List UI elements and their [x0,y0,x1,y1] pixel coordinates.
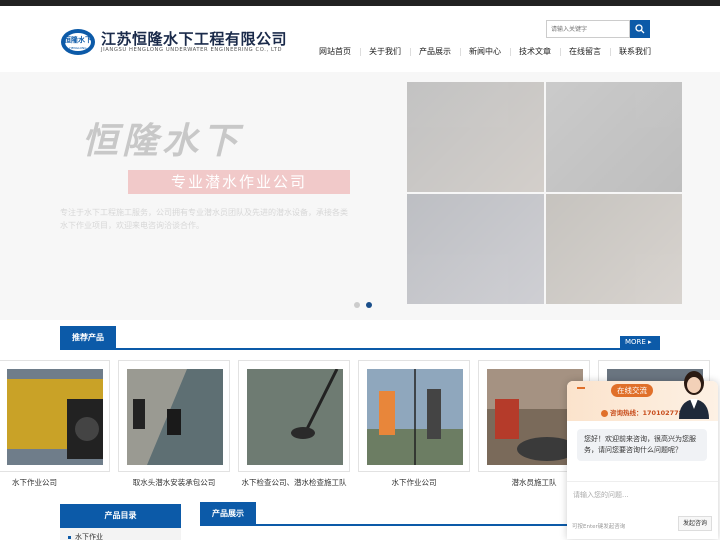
banner-photo [545,82,682,192]
more-button[interactable]: MORE ▸ [620,336,660,348]
banner-photo [407,194,544,304]
showcase-title: 产品展示 [200,502,256,526]
banner-photo-collage [407,82,682,304]
nav-item-about[interactable]: 关于我们 [360,42,410,62]
search-icon [635,24,645,34]
live-chat-widget: 在线交流 咨询热线：17010277886 您好！欢迎前来咨询，很高兴为您服务，… [567,371,718,539]
search-box [546,20,650,38]
company-logo-icon[interactable]: 恒隆水下 HENGLONG [60,28,96,56]
hero-banner[interactable]: 恒隆水下 专业潜水作业公司 专注于水下工程施工服务，公司拥有专业潜水员团队及先进… [0,72,720,320]
product-image [7,369,103,465]
nav-item-message[interactable]: 在线留言 [560,42,610,62]
chat-hint: 可按Enter键发起咨询 [572,524,626,530]
product-image [127,369,223,465]
product-caption[interactable]: 取水头潜水安装承包公司 [114,477,234,488]
product-image [247,368,343,465]
phone-icon [601,409,608,417]
chat-send-button[interactable]: 发起咨询 [678,516,712,531]
banner-pagination [354,302,372,308]
logo-badge-text: 恒隆水下 [63,35,92,44]
recommend-title: 推荐产品 [60,326,116,350]
search-button[interactable] [630,20,650,38]
chat-greeting: 您好！欢迎前来咨询，很高兴为您服务，请问您要咨询什么问题呢？ [577,429,707,461]
banner-dot-1[interactable] [354,302,360,308]
site-header: 恒隆水下 HENGLONG 江苏恒隆水下工程有限公司 JIANGSU HENGL… [0,6,720,72]
nav-item-news[interactable]: 新闻中心 [460,42,510,62]
product-card[interactable] [118,360,230,472]
banner-subtitle: 专业潜水作业公司 [128,170,350,194]
nav-item-home[interactable]: 网站首页 [310,42,360,62]
nav-item-products[interactable]: 产品展示 [410,42,460,62]
banner-photo [407,82,544,192]
product-caption[interactable]: 水下作业公司 [354,477,474,488]
banner-description: 专注于水下工程施工服务，公司拥有专业潜水员团队及先进的潜水设备，承接各类水下作业… [60,208,348,230]
chat-title: 在线交流 [611,384,653,397]
recommend-section-header: 推荐产品 MORE ▸ [60,326,660,350]
banner-dot-2[interactable] [366,302,372,308]
company-name[interactable]: 江苏恒隆水下工程有限公司 [101,28,287,49]
nav-item-contact[interactable]: 联系我们 [610,42,660,62]
catalog-item[interactable]: 水下作业 [60,528,181,540]
agent-avatar [679,371,709,419]
banner-photo [545,194,682,304]
product-image [367,369,463,465]
product-card[interactable] [358,360,470,472]
company-name-en: JIANGSU HENGLONG UNDERWATER ENGINEERING … [101,47,283,53]
main-nav: 网站首页 关于我们 产品展示 新闻中心 技术文章 在线留言 联系我们 [310,42,660,62]
chat-input[interactable]: 请输入您的问题... [567,481,718,511]
product-caption[interactable]: 水下作业公司 [12,477,102,488]
banner-title: 恒隆水下 [82,121,243,162]
product-caption[interactable]: 水下检查公司、潜水检查施工队 [234,477,354,488]
minimize-icon[interactable] [577,387,585,389]
product-card[interactable] [0,360,110,472]
nav-item-articles[interactable]: 技术文章 [510,42,560,62]
search-input[interactable] [546,20,630,38]
catalog-title: 产品目录 [60,504,181,528]
product-card[interactable] [238,360,350,472]
logo-badge-sub: HENGLONG [69,46,87,50]
